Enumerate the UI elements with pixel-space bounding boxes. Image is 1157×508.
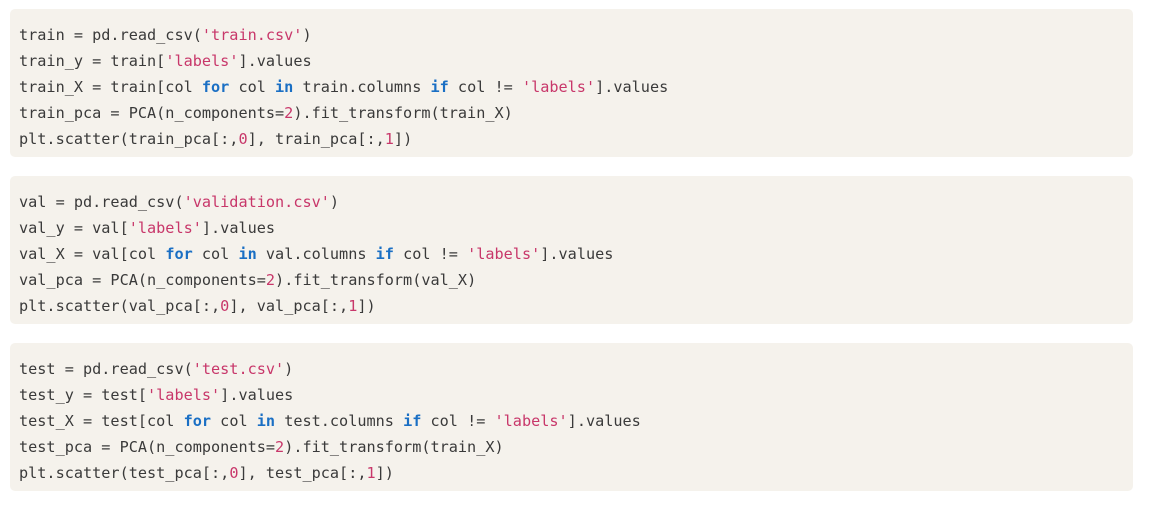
string-token: 'labels'	[521, 78, 596, 96]
code-token: )	[329, 193, 340, 211]
code-token: )	[302, 26, 312, 44]
code-line: train_y = train['labels'].values	[19, 48, 1133, 74]
keyword-token: if	[430, 78, 449, 96]
keyword-token: in	[238, 245, 257, 263]
code-token: ).fit_transform(train_X)	[284, 438, 504, 456]
string-token: 'validation.csv'	[183, 193, 330, 211]
code-token: ].values	[595, 78, 669, 96]
keyword-token: if	[375, 245, 394, 263]
code-line: plt.scatter(train_pca[:,0], train_pca[:,…	[19, 126, 1133, 152]
code-token: )	[284, 360, 294, 378]
code-token: col !=	[448, 78, 522, 96]
string-token: 'test.csv'	[192, 360, 285, 378]
code-line: test_X = test[col for col in test.column…	[19, 408, 1133, 434]
code-line: val_y = val['labels'].values	[19, 215, 1133, 241]
code-token: ])	[375, 464, 394, 482]
code-token: test = pd.read_csv(	[19, 360, 193, 378]
number-token: 2	[275, 438, 285, 456]
code-token: plt.scatter(train_pca[:,	[19, 130, 239, 148]
code-block-validation[interactable]: val = pd.read_csv('validation.csv') val_y…	[10, 176, 1133, 324]
code-token: test_y = test[	[19, 386, 148, 404]
code-token: ].values	[567, 412, 641, 430]
string-token: 'train.csv'	[201, 26, 303, 44]
code-token: ].values	[201, 219, 276, 237]
keyword-token: for	[183, 412, 212, 430]
code-line: train_pca = PCA(n_components=2).fit_tran…	[19, 100, 1133, 126]
code-line: test_y = test['labels'].values	[19, 382, 1133, 408]
number-token: 2	[265, 271, 276, 289]
code-token: train = pd.read_csv(	[19, 26, 202, 44]
code-line: val_pca = PCA(n_components=2).fit_transf…	[19, 267, 1133, 293]
code-token: col !=	[421, 412, 495, 430]
string-token: 'labels'	[128, 219, 202, 237]
code-token: test_pca = PCA(n_components=	[19, 438, 276, 456]
code-token: ].values	[220, 386, 294, 404]
keyword-token: if	[403, 412, 422, 430]
code-line: test_pca = PCA(n_components=2).fit_trans…	[19, 434, 1133, 460]
code-token: ).fit_transform(train_X)	[293, 104, 513, 122]
code-token: val.columns	[256, 245, 376, 263]
number-token: 1	[348, 297, 358, 315]
code-token: ])	[393, 130, 413, 148]
string-token: 'labels'	[165, 52, 239, 70]
number-token: 1	[366, 464, 376, 482]
code-token: train_pca = PCA(n_components=	[19, 104, 285, 122]
code-token: ].values	[238, 52, 312, 70]
code-line: plt.scatter(test_pca[:,0], test_pca[:,1]…	[19, 460, 1133, 486]
code-token: train_y = train[	[19, 52, 166, 70]
code-token: train.columns	[293, 78, 431, 96]
code-token: ])	[357, 297, 376, 315]
code-token: val_y = val[	[19, 219, 129, 237]
string-token: 'labels'	[467, 245, 541, 263]
keyword-token: for	[165, 245, 193, 263]
code-block-train[interactable]: train = pd.read_csv('train.csv') train_y …	[10, 9, 1133, 157]
code-line: train = pd.read_csv('train.csv')	[19, 22, 1133, 48]
number-token: 0	[220, 297, 230, 315]
code-token: ], test_pca[:,	[238, 464, 367, 482]
code-block-test[interactable]: test = pd.read_csv('test.csv') test_y = t…	[10, 343, 1133, 491]
code-token: ], train_pca[:,	[247, 130, 385, 148]
code-token: col !=	[393, 245, 468, 263]
code-token: plt.scatter(test_pca[:,	[19, 464, 230, 482]
code-token: val_X = val[col	[19, 245, 166, 263]
code-token: col	[229, 78, 276, 96]
code-token: train_X = train[col	[19, 78, 202, 96]
string-token: 'labels'	[147, 386, 221, 404]
keyword-token: in	[256, 412, 276, 430]
code-token: val_pca = PCA(n_components=	[19, 271, 266, 289]
code-token: plt.scatter(val_pca[:,	[19, 297, 221, 315]
number-token: 1	[384, 130, 394, 148]
code-token: col	[211, 412, 257, 430]
code-token: ).fit_transform(val_X)	[275, 271, 477, 289]
keyword-token: for	[201, 78, 230, 96]
code-line: val_X = val[col for col in val.columns i…	[19, 241, 1133, 267]
code-token: ].values	[540, 245, 614, 263]
code-token: test_X = test[col	[19, 412, 184, 430]
keyword-token: in	[275, 78, 294, 96]
code-token: test.columns	[275, 412, 404, 430]
string-token: 'labels'	[494, 412, 568, 430]
code-token: val = pd.read_csv(	[19, 193, 184, 211]
code-line: plt.scatter(val_pca[:,0], val_pca[:,1])	[19, 293, 1133, 319]
number-token: 2	[284, 104, 294, 122]
code-line: test = pd.read_csv('test.csv')	[19, 356, 1133, 382]
number-token: 0	[238, 130, 248, 148]
code-token: col	[192, 245, 239, 263]
code-token: ], val_pca[:,	[229, 297, 349, 315]
code-line: train_X = train[col for col in train.col…	[19, 74, 1133, 100]
code-line: val = pd.read_csv('validation.csv')	[19, 189, 1133, 215]
